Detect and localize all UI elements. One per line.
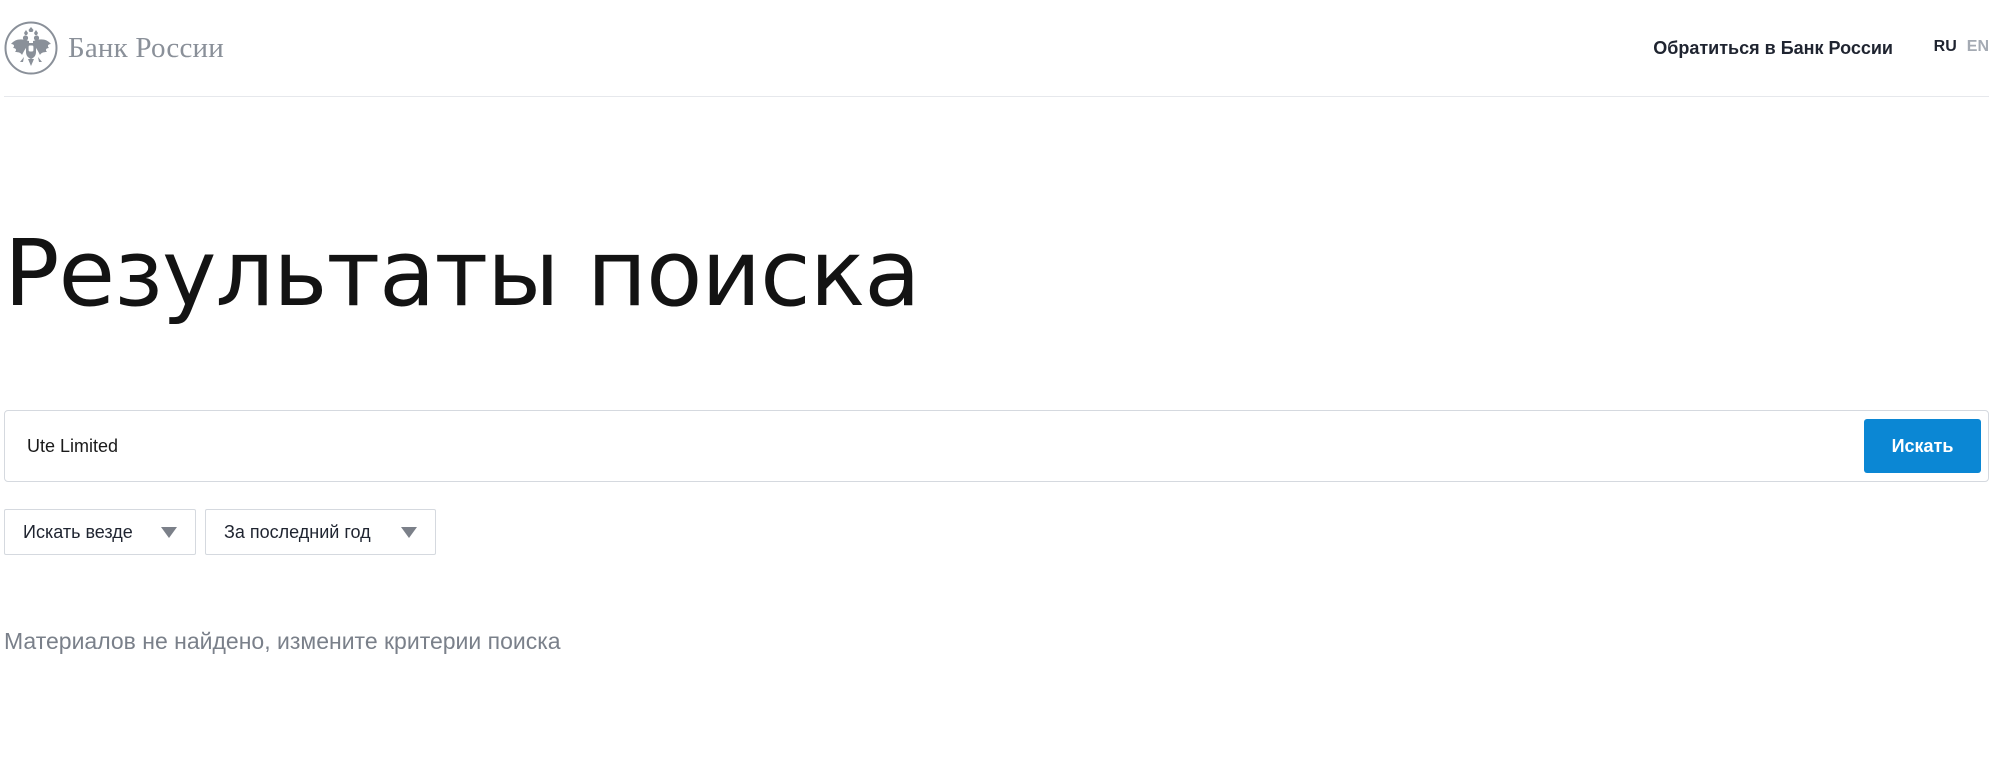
search-button[interactable]: Искать — [1864, 419, 1981, 473]
site-header: Банк России Обратиться в Банк России RU … — [4, 0, 1989, 97]
language-en[interactable]: EN — [1967, 38, 1989, 56]
search-scope-label: Искать везде — [23, 521, 133, 542]
search-input[interactable] — [27, 425, 1827, 467]
page-title: Результаты поиска — [4, 220, 921, 327]
logo-link[interactable]: Банк России — [4, 21, 224, 75]
language-ru[interactable]: RU — [1934, 38, 1957, 56]
logo-text: Банк России — [68, 31, 224, 64]
caret-down-icon — [161, 526, 177, 538]
page: Банк России Обратиться в Банк России RU … — [0, 0, 1999, 759]
caret-down-icon — [401, 526, 417, 538]
no-results-message: Материалов не найдено, измените критерии… — [4, 628, 561, 654]
search-filters: Искать везде За последний год — [4, 509, 436, 555]
period-select[interactable]: За последний год — [205, 509, 436, 555]
search-scope-select[interactable]: Искать везде — [4, 509, 196, 555]
period-label: За последний год — [224, 521, 371, 542]
search-bar: Искать — [4, 410, 1989, 482]
language-switcher: RU EN — [1934, 38, 1989, 56]
eagle-emblem-icon — [4, 21, 58, 75]
contact-bank-link[interactable]: Обратиться в Банк России — [1653, 38, 1893, 59]
